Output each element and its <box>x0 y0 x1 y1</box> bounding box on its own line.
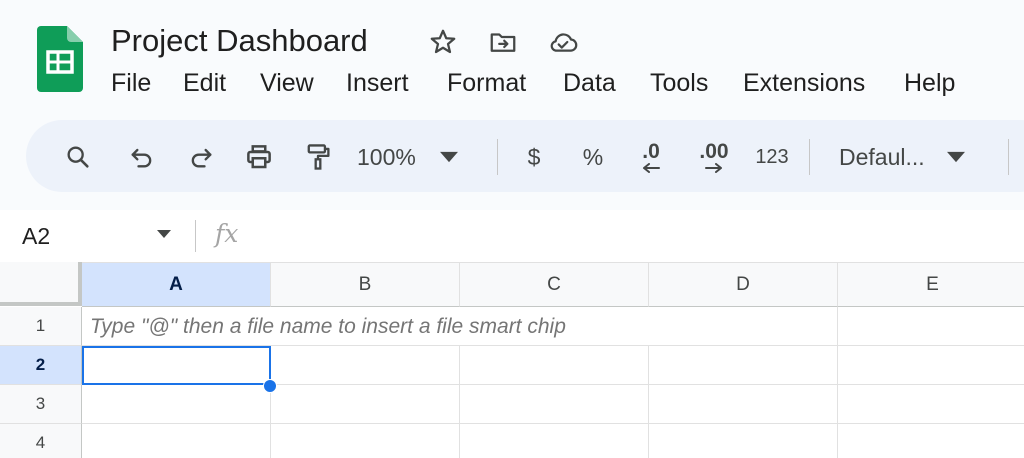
select-all-corner[interactable] <box>0 262 82 306</box>
font-value: Defaul... <box>839 143 925 170</box>
decrease-decimal-button[interactable]: .0 <box>630 137 672 177</box>
percent-label: % <box>582 143 604 170</box>
cell-c2[interactable] <box>460 346 649 385</box>
cell-e3[interactable] <box>838 385 1024 424</box>
cloud-saved-icon[interactable] <box>547 26 579 58</box>
column-header-d[interactable]: D <box>649 262 838 307</box>
increase-decimal-button[interactable]: .00 <box>689 137 739 177</box>
zoom-value: 100% <box>357 143 416 170</box>
name-box[interactable]: A2 <box>22 222 50 250</box>
sheets-logo-icon[interactable] <box>37 26 83 92</box>
arrow-left-icon <box>643 163 660 173</box>
format-percent-button[interactable]: % <box>574 137 612 177</box>
print-button[interactable] <box>239 137 279 177</box>
row-header-4[interactable]: 4 <box>0 424 82 458</box>
dropdown-caret-icon <box>946 151 965 163</box>
font-select[interactable]: Defaul... <box>839 137 984 177</box>
print-icon <box>247 145 271 169</box>
undo-button[interactable] <box>122 137 162 177</box>
formula-bar-divider <box>195 220 196 252</box>
menu-view[interactable]: View <box>260 64 314 102</box>
cell-d2[interactable] <box>649 346 838 385</box>
format-currency-button[interactable]: $ <box>515 137 553 177</box>
column-header-a[interactable]: A <box>82 262 271 307</box>
dropdown-caret-icon <box>439 151 458 163</box>
decrease-decimal-label: .0 <box>642 140 660 163</box>
formula-input[interactable] <box>260 216 1020 256</box>
cell-c4[interactable] <box>460 424 649 458</box>
menu-data[interactable]: Data <box>563 64 616 102</box>
cell-b2[interactable] <box>271 346 460 385</box>
more-formats-label: 123 <box>755 145 789 168</box>
toolbar-divider <box>1008 139 1009 175</box>
menu-edit[interactable]: Edit <box>183 64 226 102</box>
currency-label: $ <box>527 143 541 170</box>
menu-insert[interactable]: Insert <box>346 64 409 102</box>
search-icon <box>67 146 89 168</box>
column-header-e[interactable]: E <box>838 262 1024 307</box>
more-formats-button[interactable]: 123 <box>750 137 794 177</box>
menu-help[interactable]: Help <box>904 64 955 102</box>
menu-file[interactable]: File <box>111 64 151 102</box>
column-header-b[interactable]: B <box>271 262 460 307</box>
zoom-select[interactable]: 100% <box>357 137 482 177</box>
arrow-right-icon <box>705 163 722 173</box>
fill-handle[interactable] <box>263 379 277 393</box>
undo-icon <box>131 148 152 168</box>
redo-icon <box>191 148 212 168</box>
paint-format-icon <box>307 144 330 170</box>
row-header-1[interactable]: 1 <box>0 307 82 346</box>
dropdown-caret-icon[interactable] <box>157 230 171 238</box>
smart-chip-hint: Type "@" then a file name to insert a fi… <box>90 315 566 338</box>
cell-a3[interactable] <box>82 385 271 424</box>
cell-e2[interactable] <box>838 346 1024 385</box>
paint-format-button[interactable] <box>298 137 338 177</box>
spreadsheet-grid: A B C D E 1 2 3 4 Type "@" then a file n… <box>0 262 1024 458</box>
move-to-folder-icon[interactable] <box>487 26 519 58</box>
toolbar-divider <box>497 139 498 175</box>
cell-b4[interactable] <box>271 424 460 458</box>
document-title[interactable]: Project Dashboard <box>111 22 368 60</box>
fx-icon: fx <box>215 219 239 248</box>
star-icon[interactable] <box>427 26 459 58</box>
toolbar-divider <box>809 139 810 175</box>
row-header-2[interactable]: 2 <box>0 346 82 385</box>
column-header-c[interactable]: C <box>460 262 649 307</box>
cell-d3[interactable] <box>649 385 838 424</box>
search-menus-button[interactable] <box>58 137 98 177</box>
active-cell-selection[interactable] <box>82 346 271 385</box>
cell-a4[interactable] <box>82 424 271 458</box>
menu-extensions[interactable]: Extensions <box>743 64 865 102</box>
cell-d4[interactable] <box>649 424 838 458</box>
cell-e1[interactable] <box>838 307 1024 346</box>
increase-decimal-label: .00 <box>699 140 729 163</box>
menu-tools[interactable]: Tools <box>650 64 708 102</box>
cell-b3[interactable] <box>271 385 460 424</box>
redo-button[interactable] <box>181 137 221 177</box>
menu-format[interactable]: Format <box>447 64 526 102</box>
cell-c3[interactable] <box>460 385 649 424</box>
cell-e4[interactable] <box>838 424 1024 458</box>
row-header-3[interactable]: 3 <box>0 385 82 424</box>
